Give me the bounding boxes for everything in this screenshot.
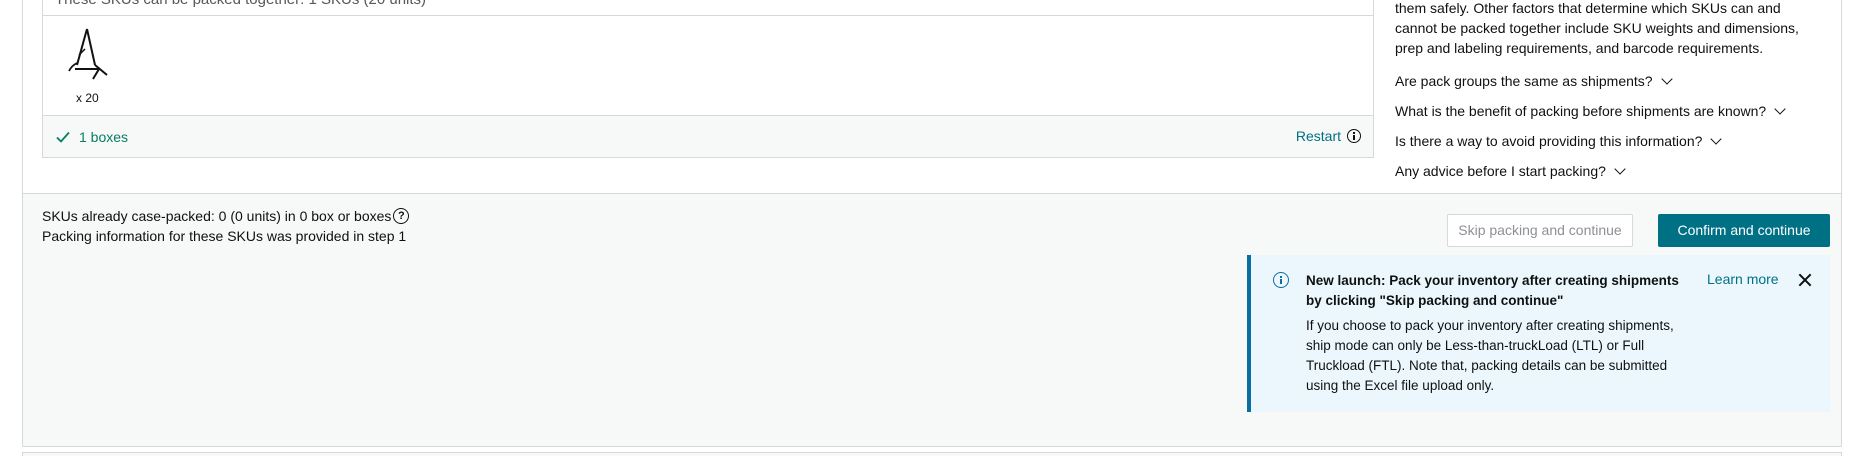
case-packed-summary: SKUs already case-packed: 0 (0 units) in… <box>42 208 410 224</box>
new-launch-alert: New launch: Pack your inventory after cr… <box>1247 255 1830 412</box>
confirm-and-continue-button[interactable]: Confirm and continue <box>1658 214 1830 247</box>
case-packed-note: Packing information for these SKUs was p… <box>42 228 407 244</box>
skip-packing-button[interactable]: Skip packing and continue <box>1447 214 1633 247</box>
restart-button[interactable]: Restart <box>1296 128 1361 144</box>
chevron-down-icon <box>1660 72 1673 85</box>
stand-icon <box>68 28 108 80</box>
chevron-down-icon <box>1774 102 1786 115</box>
pack-group-footer: 1 boxes Restart <box>43 115 1373 157</box>
close-icon[interactable] <box>1797 272 1813 288</box>
restart-label: Restart <box>1295 128 1341 144</box>
help-icon[interactable]: ? <box>393 208 410 224</box>
faq-item[interactable]: What is the benefit of packing before sh… <box>1395 96 1835 126</box>
faq-question: What is the benefit of packing before sh… <box>1395 103 1767 119</box>
faq-question: Is there a way to avoid providing this i… <box>1395 133 1703 149</box>
faq-question: Any advice before I start packing? <box>1395 163 1606 179</box>
checkmark-icon <box>56 131 70 143</box>
alert-title: New launch: Pack your inventory after cr… <box>1306 273 1679 308</box>
faq-item[interactable]: Any advice before I start packing? <box>1395 156 1835 186</box>
info-icon[interactable] <box>1347 129 1361 143</box>
faq-item[interactable]: Is there a way to avoid providing this i… <box>1395 126 1835 156</box>
help-intro-text: them safely. Other factors that determin… <box>1395 0 1799 56</box>
boxes-status: 1 boxes <box>55 129 128 145</box>
faq-item[interactable]: Are pack groups the same as shipments? <box>1395 66 1835 96</box>
faq-question: Are pack groups the same as shipments? <box>1395 73 1653 89</box>
pack-group-header-text: These SKUs can be packed together: 1 SKU… <box>55 0 426 8</box>
info-icon <box>1273 272 1289 288</box>
chevron-down-icon <box>1710 132 1723 145</box>
pack-group-header: These SKUs can be packed together: 1 SKU… <box>43 0 1373 16</box>
next-section-edge <box>22 452 1842 456</box>
learn-more-link[interactable]: Learn more <box>1707 271 1779 287</box>
boxes-status-label: 1 boxes <box>79 129 129 145</box>
pack-group-card: These SKUs can be packed together: 1 SKU… <box>42 0 1374 158</box>
chevron-down-icon <box>1614 162 1626 175</box>
faq-list: Are pack groups the same as shipments? W… <box>1395 66 1835 186</box>
product-quantity: x 20 <box>76 91 99 105</box>
alert-body: If you choose to pack your inventory aft… <box>1306 318 1674 393</box>
case-packed-summary-text: SKUs already case-packed: 0 (0 units) in… <box>42 208 392 224</box>
